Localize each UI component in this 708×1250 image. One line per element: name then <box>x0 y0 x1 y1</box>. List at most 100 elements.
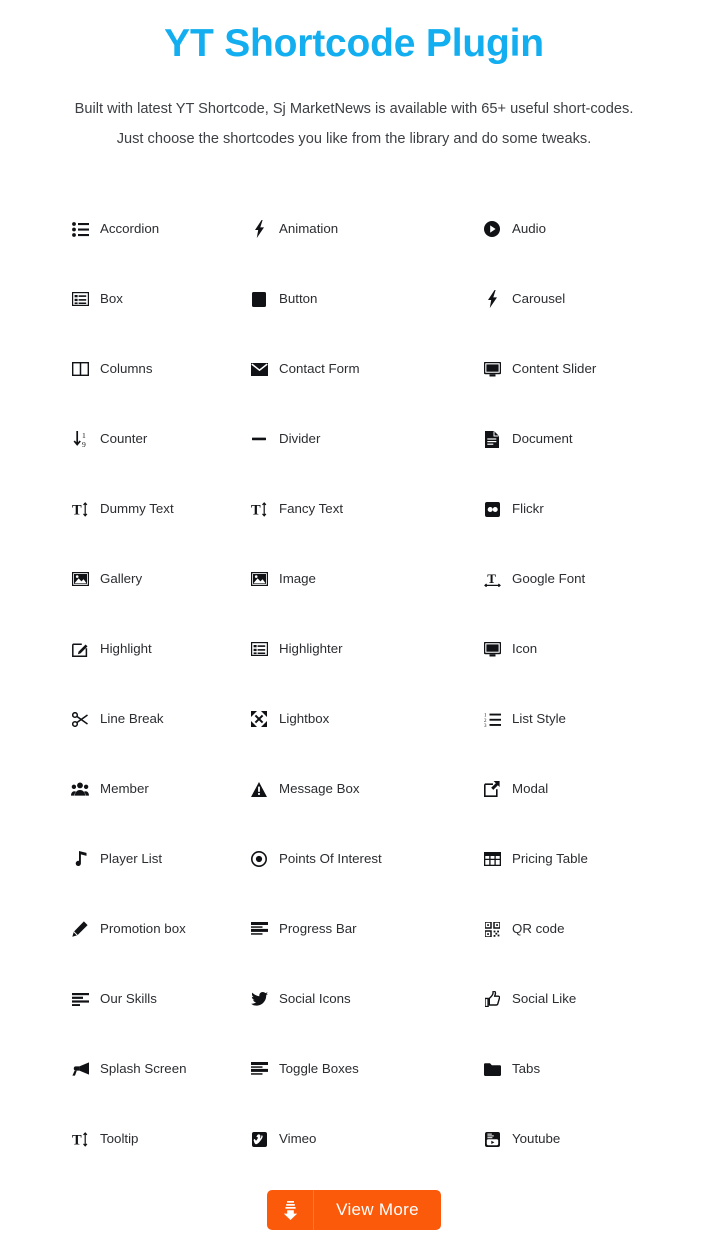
view-more-wrapper: View More <box>0 1190 708 1230</box>
shortcode-item[interactable]: Flickr <box>458 485 708 519</box>
shortcode-item[interactable]: Member <box>0 765 226 799</box>
shortcode-item[interactable]: Carousel <box>458 275 708 309</box>
shortcode-item[interactable]: Progress Bar <box>226 905 458 939</box>
file-text-icon <box>482 429 502 449</box>
shortcode-item[interactable]: Social Icons <box>226 975 458 1009</box>
shortcode-item[interactable]: Tabs <box>458 1045 708 1079</box>
shortcode-label: Member <box>100 781 149 796</box>
shortcode-item[interactable]: Social Like <box>458 975 708 1009</box>
bullhorn-icon <box>70 1059 90 1079</box>
shortcode-row: Columns Contact Form Content Slider <box>0 345 708 415</box>
bolt-icon <box>482 289 502 309</box>
desktop-icon <box>482 359 502 379</box>
shortcode-label: Message Box <box>279 781 360 796</box>
picture-icon <box>70 569 90 589</box>
text-width-icon: T <box>482 569 502 589</box>
svg-text:9: 9 <box>82 440 86 448</box>
shortcode-item[interactable]: Accordion <box>0 205 226 239</box>
shortcode-label: Tabs <box>512 1061 541 1076</box>
shortcode-label: Carousel <box>512 291 566 306</box>
shortcode-label: Progress Bar <box>279 921 357 936</box>
shortcode-item[interactable]: Box <box>0 275 226 309</box>
shortcode-item[interactable]: 1 2 3 List Style <box>458 695 708 729</box>
shortcode-item[interactable]: Content Slider <box>458 345 708 379</box>
shortcode-row: Highlight Highlighter Icon <box>0 625 708 695</box>
shortcode-item[interactable]: Columns <box>0 345 226 379</box>
pencil-icon <box>70 919 90 939</box>
list-ul-icon <box>70 219 90 239</box>
shortcode-item[interactable]: QR code <box>458 905 708 939</box>
page-title: YT Shortcode Plugin <box>164 22 544 65</box>
shortcode-item[interactable]: Points Of Interest <box>226 835 458 869</box>
shortcode-item[interactable]: Highlight <box>0 625 226 659</box>
shortcode-item[interactable]: Promotion box <box>0 905 226 939</box>
shortcode-item[interactable]: Our Skills <box>0 975 226 1009</box>
shortcode-item[interactable]: Animation <box>226 205 458 239</box>
group-icon <box>70 779 90 799</box>
shortcode-label: Splash Screen <box>100 1061 187 1076</box>
shortcode-item[interactable]: T Fancy Text <box>226 485 458 519</box>
shortcode-item[interactable]: Toggle Boxes <box>226 1045 458 1079</box>
shortcode-label: Points Of Interest <box>279 851 382 866</box>
shortcode-label: Icon <box>512 641 538 656</box>
shortcode-row: 1 9 Counter Divider Document <box>0 415 708 485</box>
minus-icon <box>249 429 269 449</box>
envelope-icon <box>249 359 269 379</box>
shortcode-item[interactable]: Gallery <box>0 555 226 589</box>
shortcode-item[interactable]: Player List <box>0 835 226 869</box>
shortcode-item[interactable]: T Tooltip <box>0 1115 226 1149</box>
shortcode-label: Highlight <box>100 641 152 656</box>
shortcode-row: Player List Points Of Interest Pricing Tab… <box>0 835 708 905</box>
page-subtitle: Built with latest YT Shortcode, Sj Marke… <box>74 101 634 147</box>
shortcode-item[interactable]: Vimeo <box>226 1115 458 1149</box>
shortcode-item[interactable]: Highlighter <box>226 625 458 659</box>
shortcode-row: Splash Screen Toggle Boxes Tabs <box>0 1045 708 1115</box>
shortcode-row: Box Button Carousel <box>0 275 708 345</box>
shortcode-item[interactable]: Icon <box>458 625 708 659</box>
shortcode-item[interactable]: 1 9 Counter <box>0 415 226 449</box>
external-link-icon <box>482 779 502 799</box>
shortcode-item[interactable]: Lightbox <box>226 695 458 729</box>
picture-icon <box>249 569 269 589</box>
shortcode-item[interactable]: Youtube <box>458 1115 708 1149</box>
shortcode-label: Content Slider <box>512 361 597 376</box>
shortcode-item[interactable]: Modal <box>458 765 708 799</box>
shortcode-item[interactable]: Document <box>458 415 708 449</box>
shortcode-row: Accordion Animation Audio <box>0 205 708 275</box>
shortcode-item[interactable]: Contact Form <box>226 345 458 379</box>
shortcode-item[interactable]: Divider <box>226 415 458 449</box>
shortcode-label: Box <box>100 291 123 306</box>
shortcode-row: Our Skills Social Icons Social Like <box>0 975 708 1045</box>
svg-text:T: T <box>487 572 496 586</box>
shortcode-item[interactable]: Line Break <box>0 695 226 729</box>
shortcode-label: Audio <box>512 221 547 236</box>
shortcode-item[interactable]: T Dummy Text <box>0 485 226 519</box>
text-height-icon: T <box>70 499 90 519</box>
shortcode-label: Dummy Text <box>100 501 174 516</box>
twitter-icon <box>249 989 269 1009</box>
flickr-icon <box>482 499 502 519</box>
shortcode-row: T Tooltip Vimeo Youtube <box>0 1115 708 1185</box>
dot-circle-icon <box>249 849 269 869</box>
svg-text:T: T <box>72 1132 82 1147</box>
qrcode-icon <box>482 919 502 939</box>
view-more-button[interactable]: View More <box>267 1190 441 1230</box>
play-circle-icon <box>482 219 502 239</box>
shortcode-row: Gallery Image T Google Font <box>0 555 708 625</box>
text-height-icon: T <box>249 499 269 519</box>
shortcode-item[interactable]: Pricing Table <box>458 835 708 869</box>
sort-numeric-icon: 19 <box>70 429 90 449</box>
shortcode-label: Google Font <box>512 571 586 586</box>
pencil-square-icon <box>70 639 90 659</box>
shortcode-item[interactable]: Image <box>226 555 458 589</box>
shortcode-item[interactable]: T Google Font <box>458 555 708 589</box>
shortcode-item[interactable]: Message Box <box>226 765 458 799</box>
tasks-icon <box>249 1059 269 1079</box>
columns-icon <box>70 359 90 379</box>
shortcode-label: Social Icons <box>279 991 351 1006</box>
shortcode-item[interactable]: Audio <box>458 205 708 239</box>
shortcode-label: Gallery <box>100 571 143 586</box>
shortcode-item[interactable]: Splash Screen <box>0 1045 226 1079</box>
shortcode-label: QR code <box>512 921 565 936</box>
shortcode-item[interactable]: Button <box>226 275 458 309</box>
